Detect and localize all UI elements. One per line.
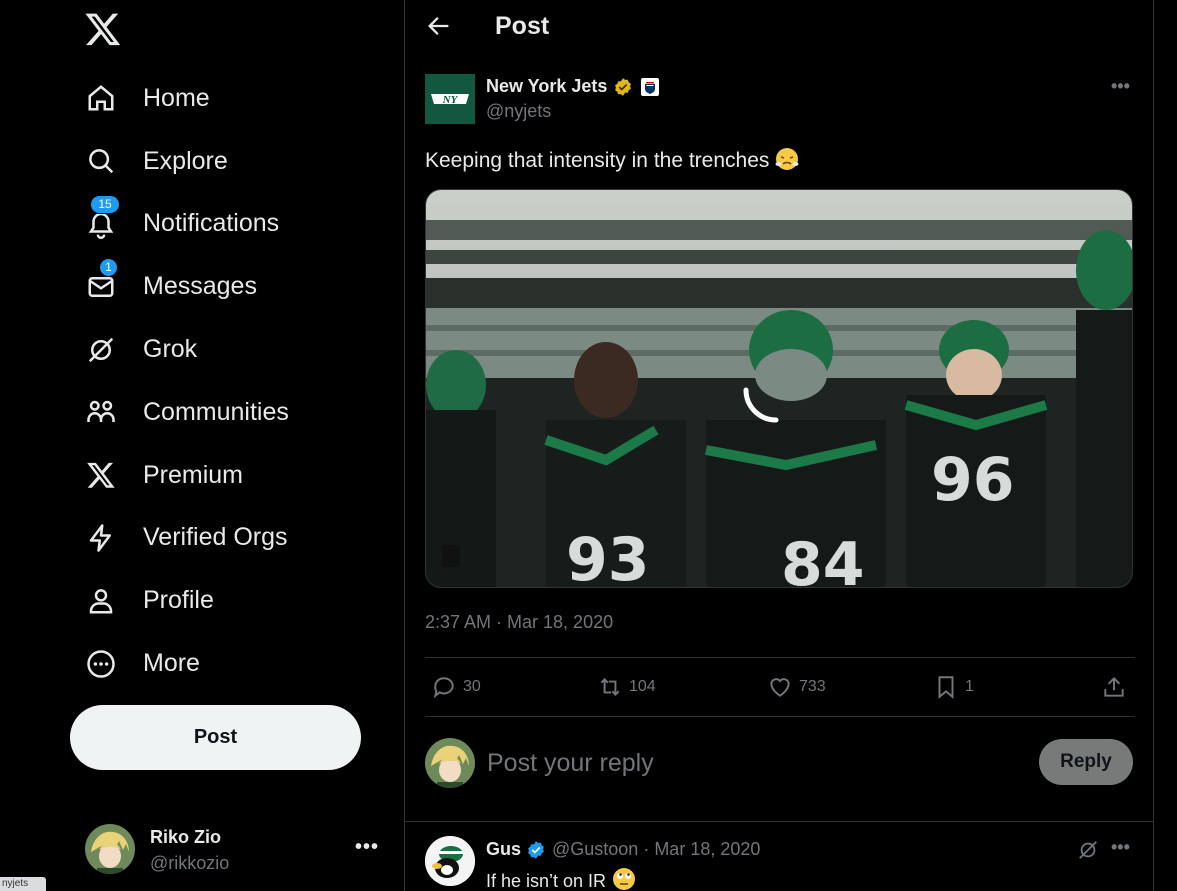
account-handle: @rikkozio	[150, 853, 230, 873]
account-name: Riko Zio	[150, 827, 221, 847]
communities-icon	[84, 395, 118, 429]
face-with-steam-icon	[775, 147, 799, 171]
account-switcher[interactable]: Riko Zio @rikkozio •••	[85, 824, 385, 876]
nav-label: Verified Orgs	[143, 523, 288, 552]
post-text: Keeping that intensity in the trenches	[425, 147, 799, 173]
nav-label: More	[143, 649, 200, 678]
nav-label: Premium	[143, 460, 244, 489]
reply-bubble-icon	[433, 677, 454, 699]
nav-label: Explore	[143, 146, 228, 175]
heart-icon	[770, 678, 790, 697]
mail-icon: 1	[84, 257, 118, 304]
verified-gold-badge-icon	[613, 77, 633, 97]
commenter-avatar[interactable]	[425, 836, 475, 886]
primary-nav: Home Explore 15 Notifications 1 Messages…	[70, 67, 390, 695]
comment-more-icon[interactable]: •••	[1111, 837, 1130, 858]
lightning-icon	[84, 521, 118, 555]
svg-text:93: 93	[566, 525, 650, 588]
nav-grok[interactable]: Grok	[70, 318, 390, 381]
grok-icon[interactable]	[1077, 839, 1099, 861]
like-count: 733	[799, 678, 826, 695]
nav-messages[interactable]: 1 Messages	[70, 255, 390, 318]
x-premium-icon	[84, 458, 118, 492]
like-button[interactable]: 733	[767, 674, 826, 700]
notifications-badge: 15	[90, 194, 120, 214]
back-arrow-icon[interactable]	[425, 12, 453, 40]
nav-label: Notifications	[143, 209, 280, 238]
nav-premium[interactable]: Premium	[70, 444, 390, 507]
reply-composer: Reply	[425, 737, 1135, 789]
svg-text:84: 84	[781, 530, 865, 588]
nav-label: Communities	[143, 397, 289, 426]
nav-label: Home	[143, 83, 210, 112]
nav-label: Profile	[143, 586, 214, 615]
reply-count: 30	[463, 678, 481, 695]
nav-profile[interactable]: Profile	[70, 569, 390, 632]
commenter-meta[interactable]: @Gustoon · Mar 18, 2020	[552, 839, 760, 860]
nav-verified-orgs[interactable]: Verified Orgs	[70, 507, 390, 570]
more-dots-icon[interactable]: •••	[355, 836, 379, 859]
person-icon	[84, 584, 118, 618]
page-title: Post	[495, 12, 550, 40]
reply-post: Gus @Gustoon · Mar 18, 2020 If he isn’t …	[425, 836, 1135, 891]
nav-communities[interactable]: Communities	[70, 381, 390, 444]
nav-notifications[interactable]: 15 Notifications	[70, 193, 390, 256]
avatar	[425, 738, 475, 788]
bookmark-count: 1	[965, 678, 974, 695]
main-column: Post NY New York Jets @nyjets ••• Keepin…	[404, 0, 1154, 891]
reply-button[interactable]: 30	[431, 674, 481, 700]
nav-more[interactable]: More	[70, 632, 390, 695]
bell-icon: 15	[84, 194, 120, 241]
svg-text:96: 96	[931, 445, 1015, 515]
nav-explore[interactable]: Explore	[70, 130, 390, 193]
post-actions-bar: 30 104 733 1	[425, 657, 1135, 717]
reply-input[interactable]	[487, 745, 1007, 781]
post-more-icon[interactable]: •••	[1111, 76, 1130, 97]
compose-post-button[interactable]: Post	[70, 705, 361, 770]
video-player[interactable]: 93 84 96	[425, 189, 1133, 588]
top-bar: Post	[405, 0, 1153, 54]
bookmark-button[interactable]: 1	[933, 674, 974, 700]
nav-label: Grok	[143, 335, 198, 364]
home-icon	[84, 81, 118, 115]
author-handle[interactable]: @nyjets	[486, 101, 551, 122]
search-icon	[84, 144, 118, 178]
link-status-tooltip: nyjets	[0, 877, 46, 891]
nav-label: Messages	[143, 272, 257, 301]
bookmark-icon	[938, 676, 954, 699]
avatar-letters: NY	[442, 94, 459, 106]
share-button[interactable]	[1101, 674, 1133, 700]
post-timestamp[interactable]: 2:37 AM · Mar 18, 2020	[425, 612, 613, 633]
nav-home[interactable]: Home	[70, 67, 390, 130]
comment-text: If he isn’t on IR	[486, 867, 636, 891]
app-root: Home Explore 15 Notifications 1 Messages…	[0, 0, 1177, 891]
reply-submit-button[interactable]: Reply	[1039, 739, 1133, 785]
grok-icon	[84, 333, 118, 367]
repost-icon	[600, 678, 620, 696]
commenter-name[interactable]: Gus	[486, 839, 521, 860]
sidebar: Home Explore 15 Notifications 1 Messages…	[0, 0, 404, 891]
repost-count: 104	[629, 678, 656, 695]
x-logo-icon[interactable]	[84, 10, 122, 48]
author-avatar[interactable]: NY	[425, 74, 475, 124]
nfl-affiliate-icon[interactable]	[641, 78, 659, 96]
share-icon	[1104, 676, 1124, 697]
messages-badge: 1	[99, 257, 118, 277]
divider	[405, 821, 1153, 822]
verified-blue-badge-icon	[526, 840, 546, 860]
rolling-eyes-icon	[612, 867, 636, 891]
author-name[interactable]: New York Jets	[486, 76, 607, 97]
avatar	[85, 824, 135, 874]
repost-button[interactable]: 104	[597, 674, 656, 700]
more-circle-icon	[84, 647, 118, 681]
